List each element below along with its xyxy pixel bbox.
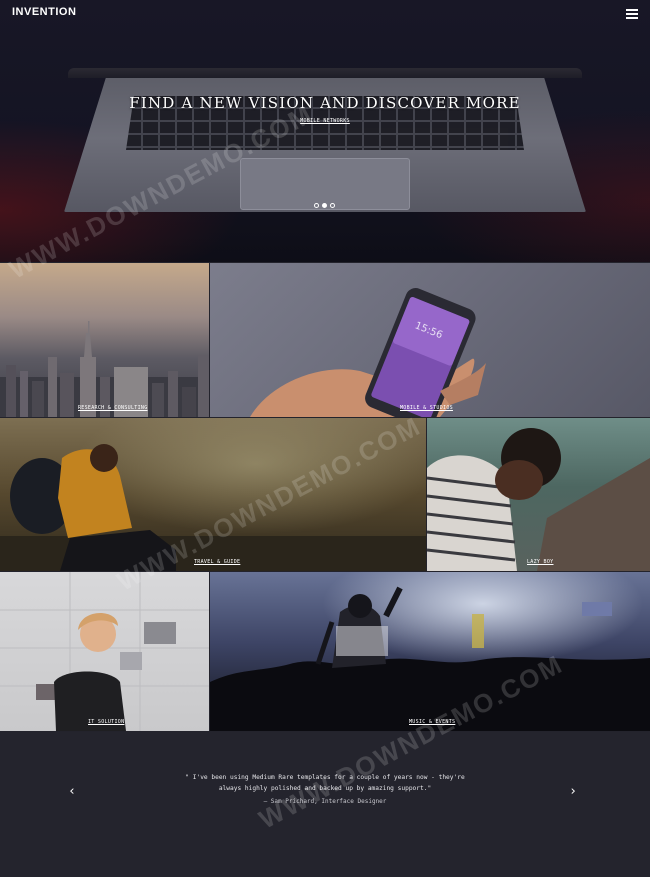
tile-it-solution[interactable]: IT SOLUTION	[0, 572, 209, 731]
slider-pagination	[314, 203, 335, 209]
tile-caption-link[interactable]: LAZY BOY	[527, 559, 553, 565]
tile-lazy-boy[interactable]: LAZY BOY	[427, 418, 650, 571]
tile-caption-link[interactable]: IT SOLUTION	[88, 719, 124, 725]
concert-crowd-photo	[210, 586, 650, 731]
hamburger-menu-icon[interactable]	[626, 9, 638, 19]
hero-subtitle-link[interactable]: MOBILE NETWORKS	[0, 118, 650, 124]
testimonial-slider: ‹ " I've been using Medium Rare template…	[0, 732, 650, 877]
man-at-board-photo	[0, 572, 209, 731]
traveler-photo	[0, 444, 426, 571]
testimonial-quote: " I've been using Medium Rare templates …	[175, 772, 475, 794]
slider-dot-2[interactable]	[322, 203, 327, 208]
slider-dot-3[interactable]	[330, 203, 335, 208]
tile-mobile-studios[interactable]: 15:56 MOBILE & STUDIOS	[210, 263, 650, 417]
testimonial-author: — Sam Prichard, Interface Designer	[263, 798, 387, 805]
phone-in-hand-image: 15:56	[250, 288, 486, 417]
man-with-earphones-photo	[427, 428, 650, 571]
tile-caption-link[interactable]: MOBILE & STUDIOS	[400, 405, 453, 411]
chevron-left-icon[interactable]: ‹	[67, 785, 77, 799]
tile-music-events[interactable]: MUSIC & EVENTS	[210, 572, 650, 731]
quote-line-2: always highly polished and backed up by …	[218, 785, 432, 792]
hero-slider: INVENTION FIND A NEW VISION AND DISCOVER…	[0, 0, 650, 262]
quote-line-1: " I've been using Medium Rare templates …	[185, 774, 465, 781]
tile-caption-link[interactable]: MUSIC & EVENTS	[409, 719, 455, 725]
tile-caption-link[interactable]: RESEARCH & CONSULTING	[78, 405, 148, 411]
slider-dot-1[interactable]	[314, 203, 319, 208]
tile-caption-link[interactable]: TRAVEL & GUIDE	[194, 559, 240, 565]
laptop-image-lid	[68, 68, 582, 78]
city-skyline-image	[0, 321, 209, 417]
chevron-right-icon[interactable]: ›	[568, 785, 578, 799]
tile-research-consulting[interactable]: RESEARCH & CONSULTING	[0, 263, 209, 417]
logo[interactable]: INVENTION	[12, 6, 76, 18]
hero-title: FIND A NEW VISION AND DISCOVER MORE	[129, 94, 521, 112]
tile-travel-guide[interactable]: TRAVEL & GUIDE	[0, 418, 426, 571]
